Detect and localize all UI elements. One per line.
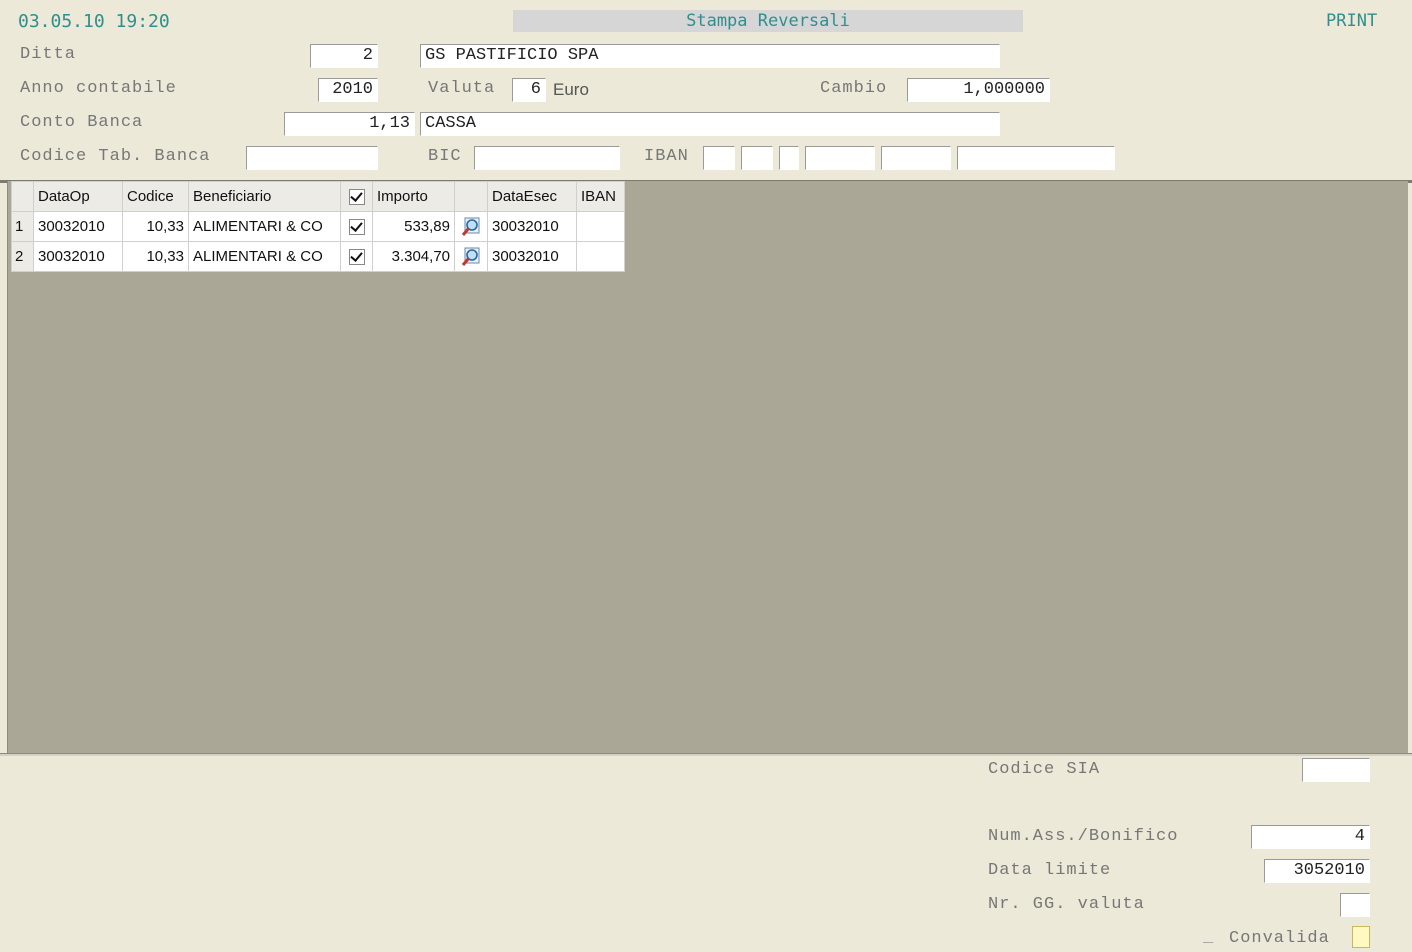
cell-iban[interactable] bbox=[576, 211, 625, 242]
valuta-name: Euro bbox=[553, 80, 589, 99]
nr-gg-valuta-field[interactable] bbox=[1340, 893, 1370, 917]
iban-part-3[interactable] bbox=[779, 146, 799, 170]
magnifier-icon[interactable] bbox=[460, 246, 482, 268]
cambio-field[interactable]: 1,000000 bbox=[907, 78, 1050, 102]
ditta-field[interactable]: 2 bbox=[310, 44, 378, 68]
row-number-header bbox=[11, 181, 34, 212]
row-checkbox[interactable] bbox=[348, 249, 365, 266]
conto-banca-name-field[interactable]: CASSA bbox=[420, 112, 1000, 136]
valuta-label: Valuta bbox=[428, 79, 496, 98]
iban-part-1[interactable] bbox=[703, 146, 735, 170]
cambio-label: Cambio bbox=[820, 79, 888, 98]
iban-part-5[interactable] bbox=[881, 146, 951, 170]
cell-importo[interactable]: 3.304,70 bbox=[372, 241, 455, 272]
row-checkbox[interactable] bbox=[348, 219, 365, 236]
bic-field[interactable] bbox=[474, 146, 620, 170]
cell-dataesec[interactable]: 30032010 bbox=[487, 211, 577, 242]
bic-label: BIC bbox=[428, 147, 462, 166]
cell-select[interactable] bbox=[340, 211, 373, 242]
column-header-dataesec[interactable]: DataEsec bbox=[487, 181, 577, 212]
cell-beneficiario[interactable]: ALIMENTARI & CO bbox=[188, 241, 341, 272]
convalida-marker: _ bbox=[1203, 928, 1215, 947]
num-ass-bonifico-field[interactable]: 4 bbox=[1251, 825, 1370, 849]
column-header-codice[interactable]: Codice bbox=[122, 181, 189, 212]
codice-sia-label: Codice SIA bbox=[988, 760, 1101, 779]
ditta-label: Ditta bbox=[20, 45, 77, 64]
cell-codice[interactable]: 10,33 bbox=[122, 241, 189, 272]
num-ass-bonifico-label: Num.Ass./Bonifico bbox=[988, 827, 1179, 846]
convalida-checkbox[interactable] bbox=[1352, 926, 1370, 948]
table-row[interactable]: 2 30032010 10,33 ALIMENTARI & CO 3.304,7… bbox=[11, 241, 625, 272]
cell-codice[interactable]: 10,33 bbox=[122, 211, 189, 242]
cell-beneficiario[interactable]: ALIMENTARI & CO bbox=[188, 211, 341, 242]
column-header-iban[interactable]: IBAN bbox=[576, 181, 625, 212]
column-header-dataop[interactable]: DataOp bbox=[33, 181, 123, 212]
data-limite-field[interactable]: 3052010 bbox=[1264, 859, 1370, 883]
row-number: 1 bbox=[11, 211, 34, 242]
anno-contabile-field[interactable]: 2010 bbox=[318, 78, 378, 102]
magnifier-icon[interactable] bbox=[460, 216, 482, 238]
data-limite-label: Data limite bbox=[988, 861, 1112, 880]
column-header-detail bbox=[454, 181, 488, 212]
cell-detail[interactable] bbox=[454, 211, 488, 242]
row-number: 2 bbox=[11, 241, 34, 272]
window-title: Stampa Reversali bbox=[513, 10, 1023, 32]
cell-importo[interactable]: 533,89 bbox=[372, 211, 455, 242]
iban-part-2[interactable] bbox=[741, 146, 773, 170]
grid-area: DataOp Codice Beneficiario Importo DataE… bbox=[7, 181, 1408, 753]
iban-label: IBAN bbox=[644, 147, 689, 166]
iban-part-4[interactable] bbox=[805, 146, 875, 170]
codice-sia-field[interactable] bbox=[1302, 758, 1370, 782]
header-panel: 03.05.10 19:20 Stampa Reversali PRINT Di… bbox=[0, 0, 1412, 180]
cell-select[interactable] bbox=[340, 241, 373, 272]
cell-dataesec[interactable]: 30032010 bbox=[487, 241, 577, 272]
iban-part-6[interactable] bbox=[957, 146, 1115, 170]
convalida-label: Convalida bbox=[1229, 929, 1330, 948]
reversali-grid: DataOp Codice Beneficiario Importo DataE… bbox=[11, 181, 625, 272]
codice-tab-banca-label: Codice Tab. Banca bbox=[20, 147, 211, 166]
anno-contabile-label: Anno contabile bbox=[20, 79, 177, 98]
table-row[interactable]: 1 30032010 10,33 ALIMENTARI & CO 533,89 bbox=[11, 211, 625, 242]
conto-banca-label: Conto Banca bbox=[20, 113, 144, 132]
column-header-importo[interactable]: Importo bbox=[372, 181, 455, 212]
select-all-checkbox[interactable] bbox=[348, 189, 365, 206]
valuta-code-field[interactable]: 6 bbox=[512, 78, 546, 102]
cell-dataop[interactable]: 30032010 bbox=[33, 241, 123, 272]
conto-banca-field[interactable]: 1,13 bbox=[284, 112, 415, 136]
mode-indicator: PRINT bbox=[1326, 11, 1378, 31]
footer-panel: Codice SIA Num.Ass./Bonifico 4 Data limi… bbox=[0, 756, 1412, 952]
datetime-label: 03.05.10 19:20 bbox=[18, 11, 170, 32]
cell-dataop[interactable]: 30032010 bbox=[33, 211, 123, 242]
codice-tab-banca-field[interactable] bbox=[246, 146, 378, 170]
cell-iban[interactable] bbox=[576, 241, 625, 272]
cell-detail[interactable] bbox=[454, 241, 488, 272]
column-header-beneficiario[interactable]: Beneficiario bbox=[188, 181, 341, 212]
column-header-select[interactable] bbox=[340, 181, 373, 212]
grid-header-row: DataOp Codice Beneficiario Importo DataE… bbox=[11, 181, 625, 212]
ditta-name-field[interactable]: GS PASTIFICIO SPA bbox=[420, 44, 1000, 68]
nr-gg-valuta-label: Nr. GG. valuta bbox=[988, 895, 1145, 914]
